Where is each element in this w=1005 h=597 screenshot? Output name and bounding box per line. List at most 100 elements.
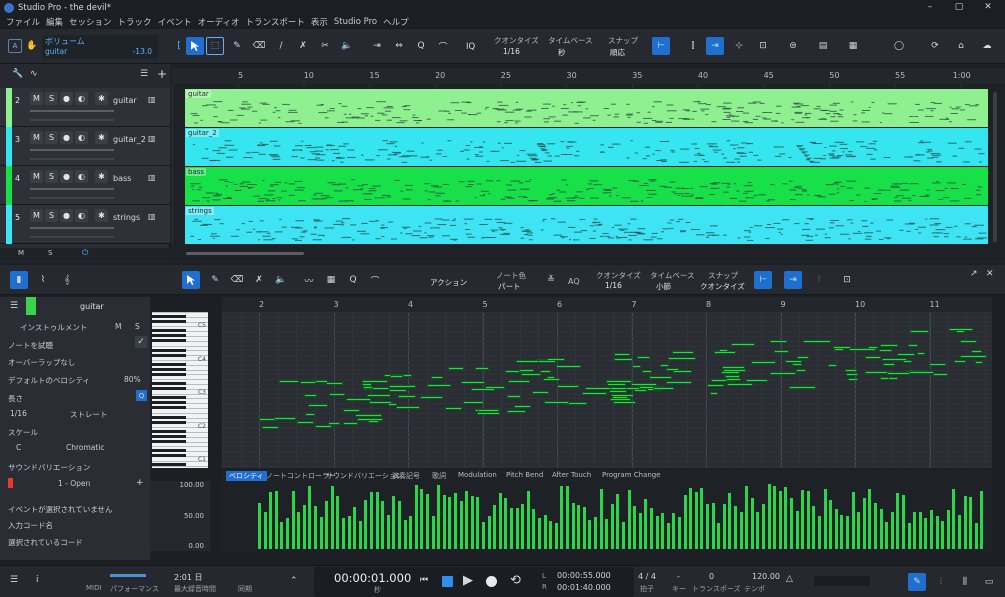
velocity-bar[interactable] [599,488,603,549]
sound-variation-dropdown[interactable]: 1 - Open [58,479,90,488]
fx-button[interactable]: ✱ [95,170,108,183]
volume-slider[interactable] [30,188,114,190]
midi-note[interactable] [606,382,626,386]
velocity-bar[interactable] [862,498,866,549]
cloud-icon[interactable]: ☁ [978,37,996,55]
editor-grid-icon[interactable]: ⊡ [838,271,856,289]
velocity-bar[interactable] [778,491,782,549]
velocity-bar[interactable] [353,506,357,549]
length-quantize-icon[interactable]: Q [136,390,147,401]
velocity-bar[interactable] [767,484,771,549]
midi-note[interactable] [296,420,315,424]
mute-button[interactable]: M [30,209,43,222]
velocity-bar[interactable] [532,509,536,549]
velocity-bar[interactable] [504,497,508,549]
velocity-bar[interactable] [409,515,413,549]
record-arm-button[interactable]: ● [60,131,73,144]
midi-note[interactable] [478,408,500,412]
midi-note[interactable] [971,350,982,354]
time-signature[interactable]: 4 / 4 [638,572,656,581]
velocity-bar[interactable] [515,507,519,549]
midi-note[interactable] [916,351,925,355]
track-name[interactable]: guitar_2 [113,135,146,144]
velocity-bar[interactable] [840,514,844,549]
add-track-icon[interactable]: + [157,67,167,81]
velocity-bar[interactable] [330,485,334,549]
piano-keyboard[interactable]: C5 C4 C3 C2 C1 [152,312,208,468]
midi-note[interactable] [846,372,859,376]
velocity-bar[interactable] [694,492,698,549]
midi-note[interactable] [397,395,417,398]
midi-note[interactable] [721,371,741,375]
controller-tab[interactable]: 演奏記号 [392,471,420,481]
midi-note[interactable] [660,363,669,367]
velocity-bar[interactable] [846,516,849,549]
wrench-icon[interactable]: 🔧 [12,69,23,79]
arrow-tool-icon[interactable] [186,37,204,55]
velocity-bar[interactable] [521,503,525,549]
velocity-bar[interactable] [672,512,676,549]
fx-button[interactable]: ✱ [95,209,108,222]
stop-button[interactable] [442,576,453,587]
quantize-dropdown[interactable]: 1/16 [503,47,520,56]
pan-slider[interactable] [30,197,114,199]
midi-note[interactable] [389,374,404,378]
velocity-bar[interactable] [946,510,950,549]
velocity-bar[interactable] [538,517,541,549]
velocity-bar[interactable] [263,512,267,549]
velocity-bar[interactable] [801,489,805,549]
velocity-bar[interactable] [448,496,452,549]
midi-note[interactable] [803,339,831,343]
midi-note[interactable] [388,388,408,392]
select-tool-icon[interactable]: ⬚ [206,37,224,55]
velocity-bar[interactable] [386,515,390,549]
midi-note[interactable] [448,367,465,371]
pan-slider[interactable] [30,119,114,121]
velocity-bar[interactable] [874,503,877,549]
velocity-bar[interactable] [683,495,687,549]
velocity-bar[interactable] [482,522,485,549]
velocity-bar[interactable] [762,504,765,549]
automation-icon[interactable]: ∿ [30,69,38,79]
midi-note[interactable] [556,365,581,369]
menu-item[interactable]: 表示 [311,16,328,28]
menu-item[interactable]: ファイル [6,16,40,28]
length-mode[interactable]: ストレート [70,409,108,420]
midi-note[interactable] [955,330,966,334]
browser-icon[interactable]: ▭ [980,573,998,591]
velocity-bar[interactable] [325,500,329,549]
mix-view-icon[interactable]: ⫶ [932,573,950,591]
velocity-bar[interactable] [879,509,883,549]
midi-note[interactable] [274,416,297,420]
video-icon[interactable]: ▤ [814,37,832,55]
midi-note[interactable] [668,357,696,360]
midi-note[interactable] [544,401,570,405]
midi-note[interactable] [475,366,489,370]
note-preview-check-icon[interactable]: ✓ [135,336,147,348]
midi-note[interactable] [427,383,452,387]
velocity-bar[interactable] [358,520,362,549]
menu-item[interactable]: 編集 [46,16,63,28]
mute-button[interactable]: M [30,92,43,105]
velocity-bar[interactable] [644,498,648,549]
midi-note[interactable] [514,404,532,408]
quantize-tool-icon[interactable]: ≚ [542,271,560,289]
midi-note[interactable] [388,384,416,388]
midi-note[interactable] [888,376,898,380]
record-arm-button[interactable]: ● [60,170,73,183]
clip[interactable]: guitar_2 [185,128,988,166]
metronome-expand-icon[interactable]: ⌃ [290,576,298,586]
menu-item[interactable]: トランスポート [245,16,304,28]
velocity-bar[interactable] [638,513,642,549]
footer-solo[interactable]: S [48,249,52,257]
velocity-bar[interactable] [381,500,385,549]
editor-snap-dropdown[interactable]: クオンタイズ [700,281,745,292]
velocity-bar[interactable] [806,491,810,549]
tempo-value[interactable]: 120.00 [752,572,780,581]
velocity-bar[interactable] [297,512,301,549]
info-icon[interactable]: i [36,575,39,585]
velocity-bar[interactable] [526,490,530,549]
midi-note[interactable] [865,355,881,359]
midi-note[interactable] [366,394,391,398]
velocity-bar[interactable] [414,485,418,549]
